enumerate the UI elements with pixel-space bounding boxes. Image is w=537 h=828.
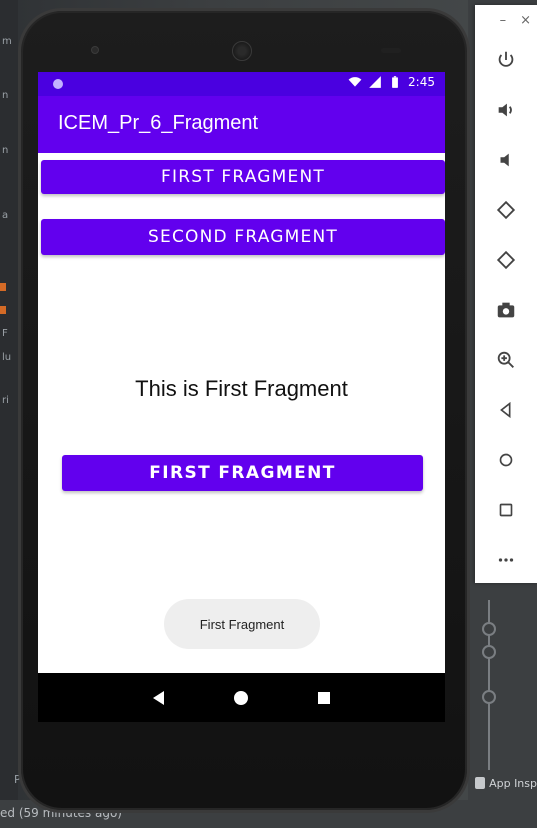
front-camera xyxy=(232,41,252,61)
more-icon xyxy=(498,558,514,562)
ide-marker xyxy=(0,283,6,291)
rotate-right-icon xyxy=(496,250,516,270)
zoom-in-icon xyxy=(497,351,514,368)
front-sensor xyxy=(91,46,99,54)
timeline-node xyxy=(482,622,496,636)
nav-recents-icon[interactable] xyxy=(318,691,330,704)
second-fragment-button[interactable]: SECOND FRAGMENT xyxy=(41,219,445,255)
screenshot-button[interactable] xyxy=(475,285,537,335)
status-time: 2:45 xyxy=(408,75,435,89)
rotate-left-button[interactable] xyxy=(475,185,537,235)
home-button[interactable] xyxy=(475,435,537,485)
emulator-controls-panel: – × xyxy=(475,5,537,583)
volume-up-button[interactable] xyxy=(475,85,537,135)
fragment-text: This is First Fragment xyxy=(135,376,348,401)
signal-icon xyxy=(369,76,381,88)
nav-bar xyxy=(38,673,445,722)
app-inspection-tab[interactable]: App Insp xyxy=(475,773,537,793)
proximity-sensor xyxy=(381,48,401,53)
overview-button[interactable] xyxy=(475,485,537,535)
nav-back-icon[interactable] xyxy=(153,690,164,705)
overview-icon xyxy=(499,503,513,517)
app-inspection-icon xyxy=(475,777,486,789)
home-icon xyxy=(499,453,513,467)
power-button[interactable] xyxy=(475,35,537,85)
emulator-window-controls: – × xyxy=(475,5,537,35)
battery-icon xyxy=(392,76,398,88)
rotate-right-button[interactable] xyxy=(475,235,537,285)
minimize-button[interactable]: – xyxy=(500,13,507,28)
volume-down-icon xyxy=(500,153,509,167)
more-button[interactable] xyxy=(475,535,537,585)
camera-icon xyxy=(497,302,515,318)
rotate-left-icon xyxy=(496,200,516,220)
wifi-icon xyxy=(348,77,362,87)
back-icon xyxy=(500,401,511,419)
notification-icon xyxy=(53,79,63,89)
close-button[interactable]: × xyxy=(520,13,531,28)
nav-home-icon[interactable] xyxy=(234,690,248,705)
app-inspection-label: App Insp xyxy=(489,776,537,790)
device-screen: 2:45 ICEM_Pr_6_Fragment FIRST FRAGMENT S… xyxy=(38,72,445,722)
back-button[interactable] xyxy=(475,385,537,435)
first-fragment-button[interactable]: FIRST FRAGMENT xyxy=(41,160,445,194)
timeline-node xyxy=(482,645,496,659)
fragment-first-button[interactable]: FIRST FRAGMENT xyxy=(62,455,423,491)
ide-marker xyxy=(0,306,6,314)
app-title: ICEM_Pr_6_Fragment xyxy=(58,112,259,134)
app-bar: ICEM_Pr_6_Fragment xyxy=(38,96,445,153)
status-bar: 2:45 xyxy=(38,72,445,96)
volume-up-icon xyxy=(498,103,512,117)
power-icon xyxy=(498,51,514,67)
toast-message: First Fragment xyxy=(164,599,320,649)
ide-left-strip: m n n a F lu ri xyxy=(0,0,18,828)
zoom-button[interactable] xyxy=(475,335,537,385)
volume-down-button[interactable] xyxy=(475,135,537,185)
timeline-node xyxy=(482,690,496,704)
